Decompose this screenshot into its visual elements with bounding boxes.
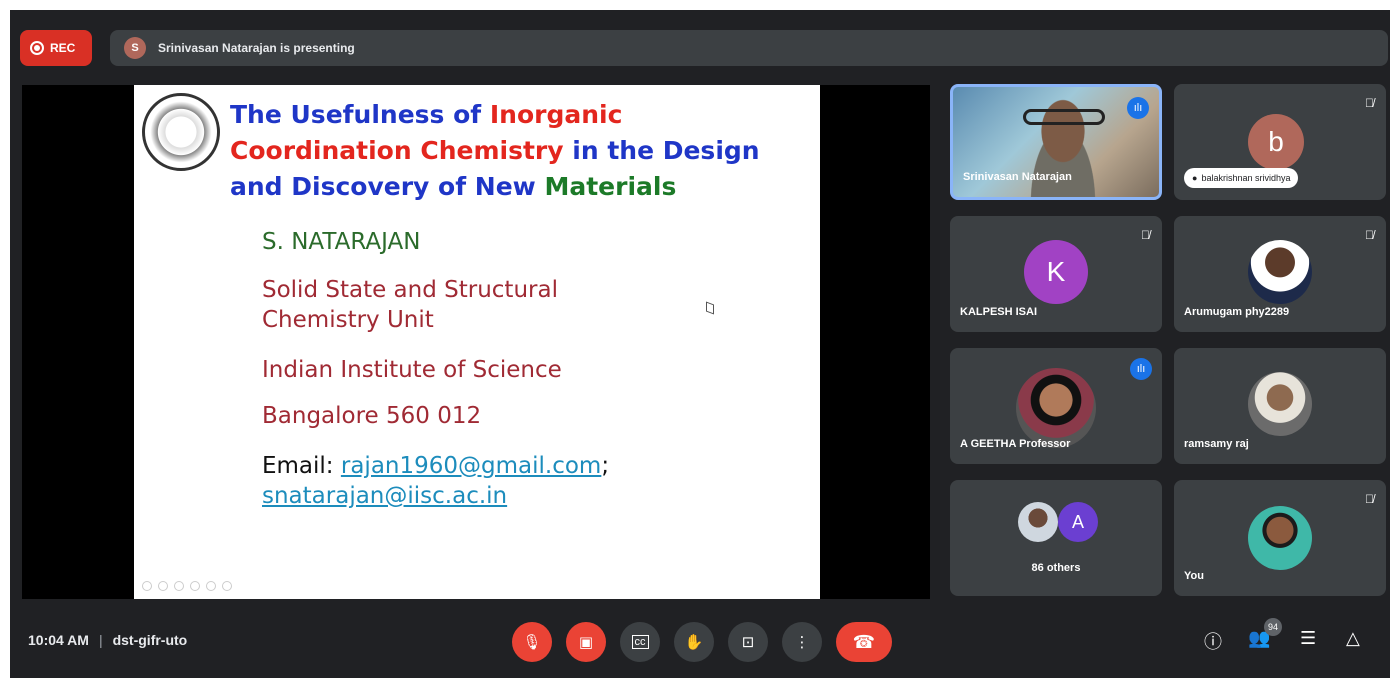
camera-toggle-button[interactable]: ▣ [566, 622, 606, 662]
others-count: 86 others [1031, 562, 1081, 574]
participant-tile[interactable]: 🎙̸ b ● balakrishnan srividhya [1174, 84, 1386, 200]
slide-department: Solid State and Structural Chemistry Uni… [262, 275, 558, 335]
slide-tool-icon[interactable] [158, 581, 168, 591]
rec-label: REC [50, 41, 76, 55]
captions-button[interactable]: cc [620, 622, 660, 662]
top-bar: REC S Srinivasan Natarajan is presenting [10, 10, 1390, 76]
meeting-info-button[interactable]: ⓘ [1204, 628, 1222, 654]
email-link-2[interactable]: snatarajan@iisc.ac.in [262, 483, 507, 509]
record-icon [30, 41, 44, 55]
pin-icon: ● [1192, 173, 1198, 183]
separator: | [98, 632, 103, 648]
meeting-details: 10:04 AM | dst-gifr-uto [28, 632, 187, 648]
iisc-logo [142, 93, 220, 171]
slide-institute: Indian Institute of Science [262, 357, 562, 383]
participant-name: You [1184, 570, 1204, 582]
slide-tool-icon[interactable] [206, 581, 216, 591]
more-vert-icon: ⋮ [794, 634, 810, 651]
participant-tile[interactable]: ılı A GEETHA Professor [950, 348, 1162, 464]
participant-video [1013, 87, 1113, 197]
leave-call-button[interactable]: ☎ [836, 622, 892, 662]
slide-title: The Usefulness of Inorganic Coordination… [230, 97, 810, 205]
participant-name: Arumugam phy2289 [1184, 306, 1290, 318]
bottom-bar: 10:04 AM | dst-gifr-uto 🎙 ▣ cc ✋ ⊡ ⋮ ☎ ⓘ… [10, 608, 1390, 678]
avatar [1018, 502, 1058, 542]
mic-toggle-button[interactable]: 🎙 [512, 622, 552, 662]
avatar: A [1058, 502, 1098, 542]
more-options-button[interactable]: ⋮ [782, 622, 822, 662]
meet-window: REC S Srinivasan Natarajan is presenting… [10, 10, 1390, 678]
email-link-1[interactable]: rajan1960@gmail.com [341, 453, 601, 479]
mic-off-icon: 🎙 [522, 634, 542, 651]
avatar [1248, 506, 1312, 570]
title-part1: The Usefulness of [230, 100, 490, 129]
presenter-avatar: S [124, 37, 146, 59]
title-part5: and Discovery of New [230, 172, 545, 201]
captions-icon: cc [631, 635, 649, 649]
recording-indicator[interactable]: REC [20, 30, 92, 66]
slide-email: Email: rajan1960@gmail.com; snatarajan@i… [262, 451, 609, 511]
slide-tool-icon[interactable] [174, 581, 184, 591]
slide-toolbar[interactable] [142, 581, 282, 593]
meeting-code: dst-gifr-uto [112, 632, 188, 648]
email-separator: ; [601, 453, 610, 479]
avatar: K [1024, 240, 1088, 304]
avatar [1248, 240, 1312, 304]
participant-tile[interactable]: 🎙̸ Arumugam phy2289 [1174, 216, 1386, 332]
clock-time: 10:04 AM [28, 632, 89, 648]
dept-line2: Chemistry Unit [262, 307, 434, 333]
present-button[interactable]: ⊡ [728, 622, 768, 662]
participant-name: ramsamy raj [1184, 438, 1249, 450]
presentation-slide: The Usefulness of Inorganic Coordination… [134, 85, 820, 599]
speaking-icon: ılı [1130, 358, 1152, 380]
mic-off-icon: 🎙̸ [1365, 228, 1374, 242]
participant-tile-presenter[interactable]: ılı Srinivasan Natarajan [950, 84, 1162, 200]
participant-tile-others[interactable]: A 86 others [950, 480, 1162, 596]
participant-name: Srinivasan Natarajan [963, 171, 1072, 183]
avatar [1248, 372, 1312, 436]
title-part6: Materials [544, 172, 677, 201]
end-call-icon: ☎ [852, 631, 876, 652]
activities-button[interactable]: △ [1346, 628, 1360, 649]
presenting-banner: S Srinivasan Natarajan is presenting [110, 30, 1388, 66]
dept-line1: Solid State and Structural [262, 277, 558, 303]
raise-hand-icon: ✋ [684, 634, 704, 651]
title-part4: in the Design [563, 136, 760, 165]
participant-name: A GEETHA Professor [960, 438, 1071, 450]
people-count-badge: 94 [1264, 618, 1282, 636]
slide-tool-icon[interactable] [190, 581, 200, 591]
mic-off-icon: 🎙̸ [1365, 96, 1374, 110]
participant-name-chip: ● balakrishnan srividhya [1184, 168, 1299, 188]
participant-name: balakrishnan srividhya [1201, 173, 1291, 183]
present-icon: ⊡ [741, 634, 755, 651]
mic-off-icon: 🎙̸ [1141, 228, 1150, 242]
avatar: b [1248, 114, 1304, 170]
participant-tile[interactable]: ramsamy raj [1174, 348, 1386, 464]
slide-tool-icon[interactable] [142, 581, 152, 591]
participant-video-detail [1023, 109, 1105, 125]
slide-author: S. NATARAJAN [262, 229, 421, 255]
participant-name: KALPESH ISAI [960, 306, 1038, 318]
presenting-text: Srinivasan Natarajan is presenting [158, 41, 355, 55]
title-part2: Inorganic [489, 100, 623, 129]
slide-city: Bangalore 560 012 [262, 403, 482, 429]
mouse-cursor-icon [706, 301, 714, 315]
camera-off-icon: ▣ [578, 634, 594, 651]
participant-tile-self[interactable]: 🎙̸ You [1174, 480, 1386, 596]
presentation-stage[interactable]: The Usefulness of Inorganic Coordination… [22, 85, 930, 599]
participant-tile[interactable]: 🎙̸ K KALPESH ISAI [950, 216, 1162, 332]
title-part3: Coordination Chemistry [230, 136, 564, 165]
mic-off-icon: 🎙̸ [1365, 492, 1374, 506]
slide-tool-icon[interactable] [222, 581, 232, 591]
email-label: Email: [262, 453, 341, 479]
raise-hand-button[interactable]: ✋ [674, 622, 714, 662]
chat-button[interactable]: ☰ [1300, 628, 1316, 649]
avatar [1016, 368, 1096, 448]
speaking-icon: ılı [1127, 97, 1149, 119]
